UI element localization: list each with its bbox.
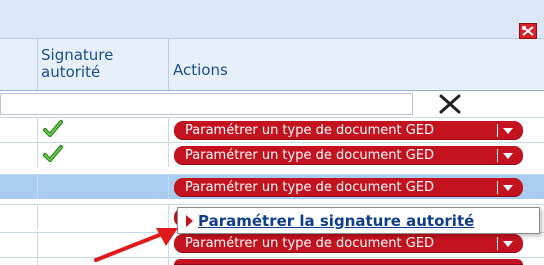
- chevron-down-icon[interactable]: [503, 153, 513, 159]
- close-x-icon[interactable]: [437, 92, 463, 116]
- actions-cell: Paramétrer un type de document GED: [168, 175, 544, 199]
- triangle-right-icon: [186, 215, 193, 227]
- table-row-selected[interactable]: Paramétrer un type de document GED: [0, 174, 544, 199]
- dropdown-separator: [497, 124, 498, 137]
- annotation-arrow-icon: [94, 228, 178, 262]
- signature-cell: [37, 143, 169, 167]
- checkmark-icon: [43, 145, 63, 162]
- table-header: Signature autorité Actions: [0, 39, 544, 91]
- action-dropdown-button[interactable]: [174, 259, 523, 265]
- action-dropdown-label: Paramétrer un type de document GED: [185, 236, 435, 251]
- action-dropdown-button[interactable]: Paramétrer un type de document GED: [174, 234, 523, 253]
- action-dropdown-button[interactable]: Paramétrer un type de document GED: [174, 178, 523, 197]
- top-toolbar: [0, 0, 544, 39]
- menu-item-parametrer-signature[interactable]: Paramétrer la signature autorité: [178, 208, 539, 233]
- menu-item-label: Paramétrer la signature autorité: [198, 212, 475, 230]
- column-header-actions-label: Actions: [173, 61, 228, 79]
- close-export-icon[interactable]: [519, 23, 537, 39]
- checkmark-icon: [43, 120, 63, 137]
- signature-cell: [37, 175, 169, 199]
- dropdown-separator: [497, 237, 498, 250]
- filter-row: [0, 91, 544, 117]
- chevron-down-icon[interactable]: [503, 128, 513, 134]
- actions-cell: Paramétrer un type de document GED: [168, 143, 544, 167]
- table-row: Paramétrer un type de document GED: [0, 232, 544, 257]
- chevron-down-icon[interactable]: [503, 241, 513, 247]
- dropdown-separator: [497, 149, 498, 162]
- table-row: Paramétrer un type de document GED: [0, 117, 544, 142]
- signature-cell: [37, 118, 169, 142]
- action-dropdown-label: Paramétrer un type de document GED: [185, 180, 435, 195]
- column-header-actions[interactable]: Actions: [168, 39, 544, 90]
- chevron-down-icon[interactable]: [503, 185, 513, 191]
- column-header-signature-label: Signature autorité: [41, 46, 114, 81]
- action-dropdown-menu: Paramétrer la signature autorité: [177, 207, 540, 234]
- action-dropdown-button[interactable]: Paramétrer un type de document GED: [174, 146, 523, 165]
- dropdown-separator: [497, 181, 498, 194]
- action-dropdown-label: Paramétrer un type de document GED: [185, 123, 435, 138]
- column-header-signature[interactable]: Signature autorité: [37, 39, 169, 90]
- action-dropdown-button[interactable]: Paramétrer un type de document GED: [174, 121, 523, 140]
- table-row: Paramétrer un type de document GED: [0, 142, 544, 167]
- filter-input[interactable]: [0, 93, 413, 115]
- actions-cell: Paramétrer un type de document GED: [168, 233, 544, 257]
- actions-cell: Paramétrer un type de document GED: [168, 118, 544, 142]
- action-dropdown-label: Paramétrer un type de document GED: [185, 148, 435, 163]
